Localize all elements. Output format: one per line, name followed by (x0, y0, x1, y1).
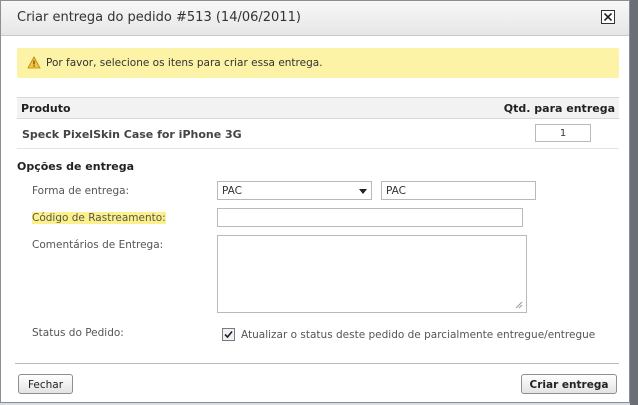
delivery-method-text-input[interactable] (381, 181, 536, 200)
create-delivery-dialog: Criar entrega do pedido #513 (14/06/2011… (0, 0, 630, 403)
warning-text: Por favor, selecione os itens para criar… (46, 57, 323, 69)
delivery-method-label: Forma de entrega: (32, 185, 130, 197)
dialog-title: Criar entrega do pedido #513 (14/06/2011… (17, 10, 301, 25)
delivery-options-title: Opções de entrega (17, 160, 135, 173)
footer-divider (15, 363, 619, 364)
tracking-code-label: Código de Rastreamento: (32, 212, 166, 224)
chevron-down-icon (359, 189, 367, 194)
delivery-comments-textarea[interactable] (217, 235, 527, 313)
close-icon (604, 13, 612, 21)
warning-icon (27, 56, 41, 69)
dialog-titlebar: Criar entrega do pedido #513 (14/06/2011… (1, 1, 629, 36)
resize-grip-icon[interactable] (515, 301, 523, 309)
checkmark-icon (224, 330, 233, 339)
product-name: Speck PixelSkin Case for iPhone 3G (22, 128, 242, 141)
delivery-comments-label: Comentários de Entrega: (32, 239, 164, 251)
quantity-input[interactable] (535, 124, 591, 142)
close-dialog-button[interactable]: Fechar (18, 374, 73, 394)
column-header-quantity: Qtd. para entrega (503, 102, 615, 115)
background-overlay (630, 0, 638, 405)
table-row: Speck PixelSkin Case for iPhone 3G (17, 118, 619, 149)
delivery-method-select[interactable]: PAC (217, 181, 372, 200)
update-status-label: Atualizar o status deste pedido de parci… (241, 329, 596, 341)
tracking-code-label-wrap: Código de Rastreamento: (32, 212, 166, 224)
column-header-product: Produto (21, 102, 71, 115)
items-table-header: Produto Qtd. para entrega (17, 97, 619, 119)
update-status-checkbox[interactable] (222, 328, 235, 341)
close-button[interactable] (601, 10, 615, 24)
warning-message: Por favor, selecione os itens para criar… (17, 48, 619, 78)
tracking-code-input[interactable] (217, 208, 523, 227)
create-delivery-button[interactable]: Criar entrega (521, 374, 617, 394)
delivery-method-selected: PAC (222, 185, 242, 197)
order-status-label: Status do Pedido: (32, 327, 124, 339)
